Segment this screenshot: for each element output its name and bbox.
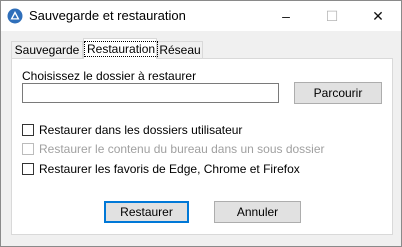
maximize-button[interactable]: ☐ [309,1,355,31]
restore-panel: Choisissez le dossier à restaurer Parcou… [11,58,393,235]
app-icon [7,8,23,24]
option-browser-favorites[interactable]: Restaurer les favoris de Edge, Chrome et… [22,162,300,176]
cancel-button[interactable]: Annuler [214,201,301,223]
window-title: Sauvegarde et restauration [29,8,186,23]
minimize-button[interactable]: – [263,1,309,31]
browse-button[interactable]: Parcourir [294,82,382,104]
title-bar[interactable]: Sauvegarde et restauration – ☐ ✕ [1,1,401,31]
maximize-icon: ☐ [325,7,339,24]
option-user-folders-label: Restaurer dans les dossiers utilisateur [39,123,243,137]
folder-label: Choisissez le dossier à restaurer [22,69,197,83]
tab-reseau[interactable]: Réseau [157,41,203,59]
tab-sauvegarde-label: Sauvegarde [14,43,80,57]
option-desktop-subfolder-label: Restaurer le contenu du bureau dans un s… [39,142,325,156]
folder-path-input[interactable] [22,83,279,103]
dialog-window: Sauvegarde et restauration – ☐ ✕ Sauvega… [0,0,402,247]
tab-sauvegarde[interactable]: Sauvegarde [11,41,83,59]
option-user-folders[interactable]: Restaurer dans les dossiers utilisateur [22,123,242,137]
checkbox-browser-favorites[interactable] [22,163,34,175]
close-icon: ✕ [372,7,384,24]
checkbox-desktop-subfolder [22,143,34,155]
tab-restauration[interactable]: Restauration [83,38,159,59]
option-desktop-subfolder: Restaurer le contenu du bureau dans un s… [22,142,325,156]
option-browser-favorites-label: Restaurer les favoris de Edge, Chrome et… [39,162,300,176]
tab-reseau-label: Réseau [159,43,201,57]
checkbox-user-folders[interactable] [22,124,34,136]
close-button[interactable]: ✕ [355,1,401,31]
restore-button[interactable]: Restaurer [104,201,189,223]
tab-restauration-label: Restauration [84,41,159,57]
minimize-icon: – [282,8,290,24]
